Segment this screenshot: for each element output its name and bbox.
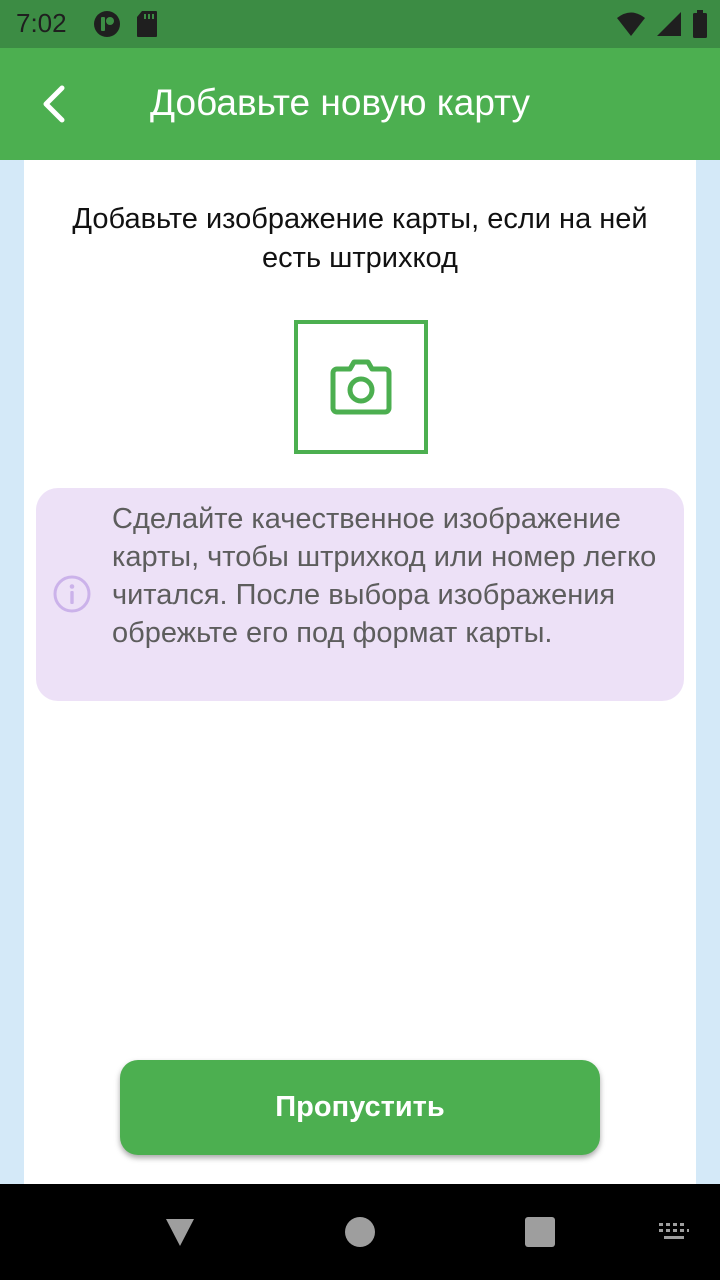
status-left-icons bbox=[92, 8, 158, 40]
info-icon bbox=[53, 575, 91, 613]
skip-button[interactable]: Пропустить bbox=[120, 1060, 600, 1155]
chevron-left-icon bbox=[43, 85, 65, 123]
status-time: 7:02 bbox=[16, 8, 67, 38]
wifi-icon bbox=[617, 12, 645, 36]
info-text: Сделайте качественное изображение карты,… bbox=[112, 503, 657, 649]
recents-square-icon[interactable] bbox=[525, 1217, 555, 1247]
keyboard-icon[interactable] bbox=[658, 1222, 690, 1242]
back-button[interactable] bbox=[24, 72, 88, 136]
status-bar: 7:02 bbox=[0, 0, 720, 48]
page-title: Добавьте новую карту bbox=[150, 82, 530, 123]
app-bar: Добавьте новую карту bbox=[0, 48, 720, 160]
sd-card-icon bbox=[137, 11, 157, 37]
cell-signal-icon bbox=[657, 12, 681, 36]
info-box: Сделайте качественное изображение карты,… bbox=[36, 488, 684, 701]
status-right-icons bbox=[616, 8, 708, 40]
battery-icon bbox=[693, 10, 707, 38]
camera-icon bbox=[330, 359, 392, 415]
navigation-bar bbox=[0, 1184, 720, 1280]
app-notification-icon bbox=[94, 11, 120, 37]
add-image-prompt: Добавьте изображение карты, если на ней … bbox=[72, 203, 648, 274]
home-circle-icon[interactable] bbox=[345, 1217, 375, 1247]
back-triangle-icon[interactable] bbox=[164, 1216, 196, 1248]
add-image-button[interactable] bbox=[294, 320, 428, 454]
content-card: Добавьте изображение карты, если на ней … bbox=[24, 160, 696, 1184]
